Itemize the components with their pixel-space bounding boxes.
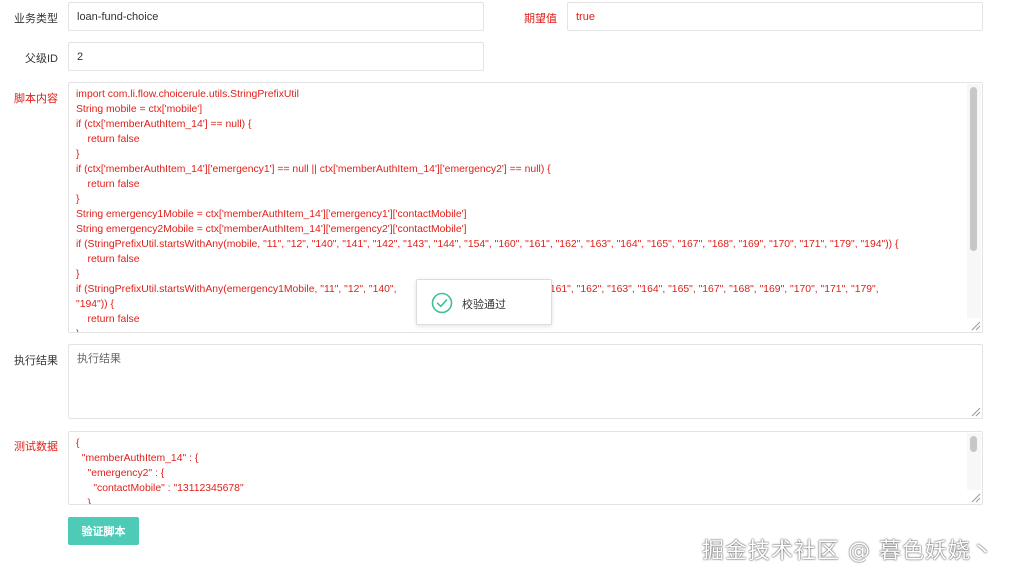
- test-data-line: {: [76, 438, 80, 449]
- script-code-line: return false: [76, 134, 140, 145]
- result-placeholder: 执行结果: [77, 353, 121, 365]
- test-data-line: "emergency2" : {: [76, 468, 165, 479]
- parent-id-label: 父级ID: [25, 53, 58, 65]
- test-data-label: 测试数据: [14, 441, 58, 453]
- toast-message: 校验通过: [462, 299, 506, 311]
- script-code-line: return false: [76, 179, 140, 190]
- script-code-line: }: [76, 327, 964, 332]
- expected-value-input[interactable]: true: [567, 2, 983, 31]
- script-code-line: return false: [76, 254, 140, 265]
- result-textarea[interactable]: 执行结果: [68, 344, 983, 419]
- script-content-label: 脚本内容: [14, 93, 58, 105]
- script-code-line: if (StringPrefixUtil.startsWithAny(mobil…: [76, 239, 899, 250]
- resize-handle-icon[interactable]: [969, 405, 981, 417]
- resize-handle-icon[interactable]: [969, 319, 981, 331]
- test-data-line: "memberAuthItem_14" : {: [76, 453, 199, 464]
- test-data-line: "contactMobile" : "13112345678": [76, 483, 244, 494]
- business-type-input[interactable]: loan-fund-choice: [68, 2, 484, 31]
- script-code-line: if (ctx['memberAuthItem_14']['emergency1…: [76, 164, 551, 175]
- expected-value-label: 期望值: [524, 13, 557, 25]
- script-code-line: }: [76, 194, 80, 205]
- test-data-line: },: [76, 498, 94, 505]
- script-code-line: }: [76, 149, 80, 160]
- script-code-line: String emergency2Mobile = ctx['memberAut…: [76, 224, 467, 235]
- script-scrollbar-thumb[interactable]: [970, 87, 977, 251]
- watermark-text: 掘金技术社区 @ 暮色妖娆丶: [702, 539, 994, 564]
- success-toast: 校验通过: [416, 279, 552, 325]
- script-code-line: import com.li.flow.choicerule.utils.Stri…: [76, 89, 299, 100]
- resize-handle-icon[interactable]: [969, 491, 981, 503]
- script-code-line: String mobile = ctx['mobile']: [76, 104, 203, 115]
- result-label: 执行结果: [14, 355, 58, 367]
- script-code-line: if (ctx['memberAuthItem_14'] == null) {: [76, 119, 252, 130]
- check-circle-icon: [431, 292, 453, 314]
- script-code-line: String emergency1Mobile = ctx['memberAut…: [76, 209, 467, 220]
- business-type-label: 业务类型: [14, 13, 58, 25]
- verify-script-button[interactable]: 验证脚本: [68, 517, 139, 545]
- test-data-scrollbar[interactable]: [967, 433, 981, 490]
- test-data-text: { "memberAuthItem_14" : { "emergency2" :…: [76, 436, 964, 505]
- test-data-scrollbar-thumb[interactable]: [970, 436, 977, 452]
- script-scrollbar[interactable]: [967, 84, 981, 318]
- test-data-textarea[interactable]: { "memberAuthItem_14" : { "emergency2" :…: [68, 431, 983, 505]
- parent-id-input[interactable]: 2: [68, 42, 484, 71]
